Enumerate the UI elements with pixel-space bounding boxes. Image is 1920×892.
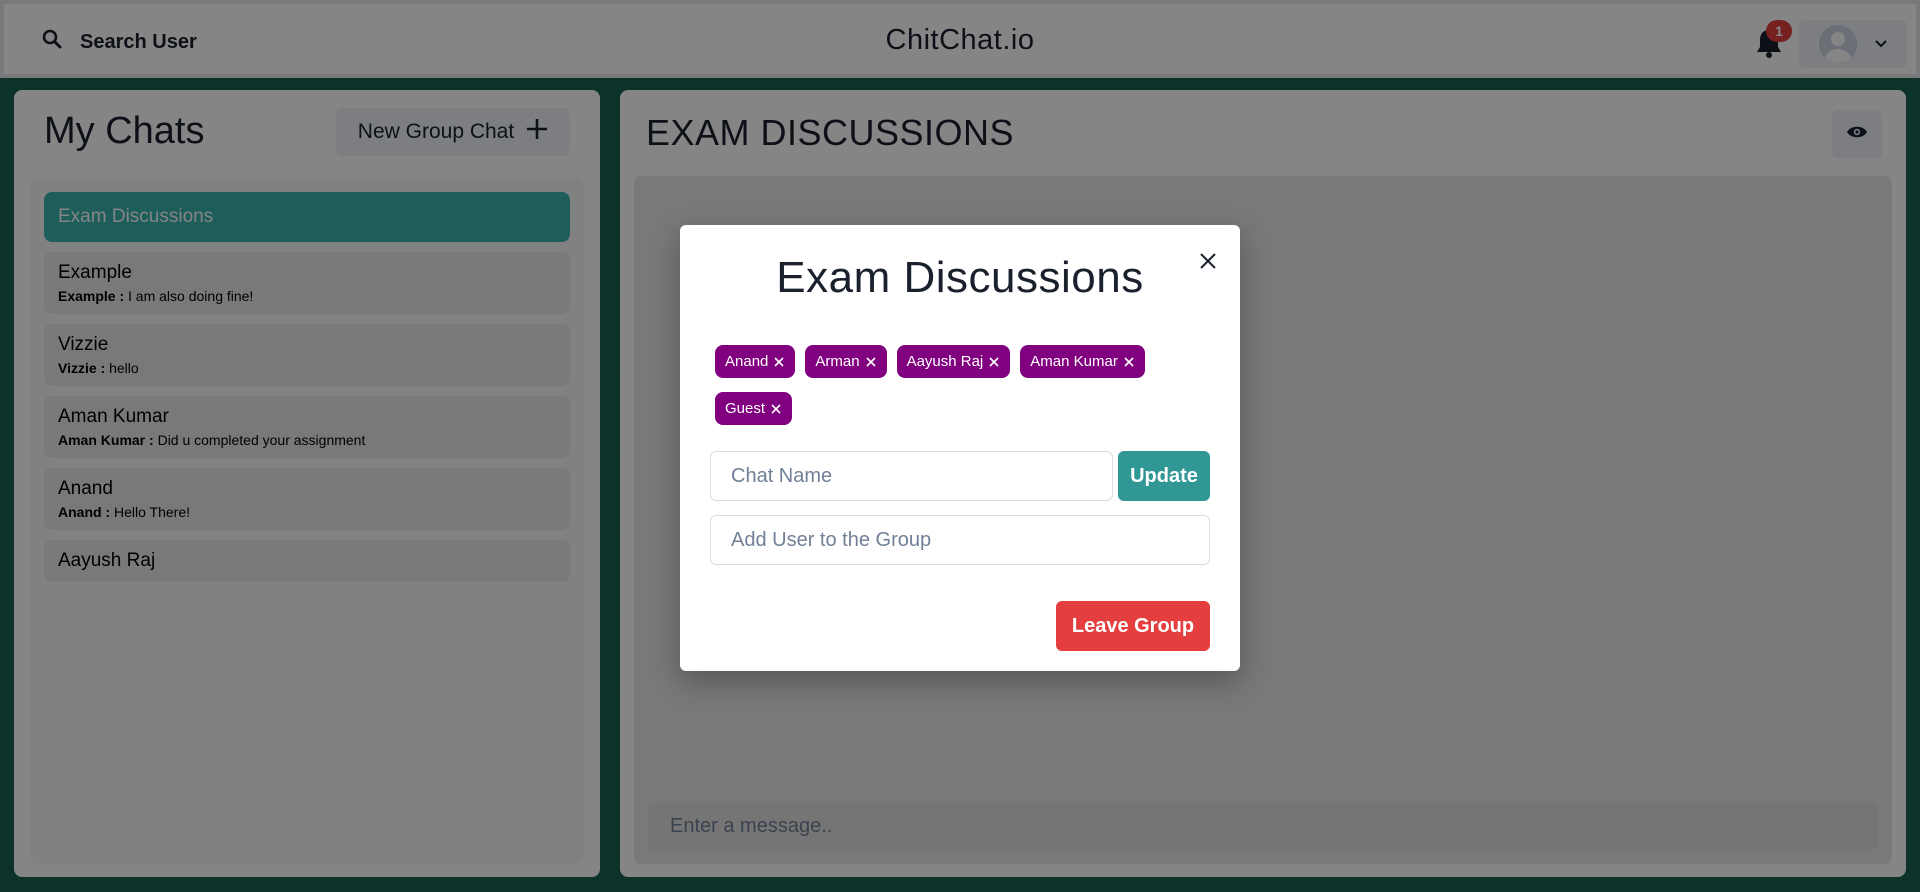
- chat-name-input[interactable]: [710, 451, 1113, 501]
- member-chip-label: Arman: [815, 353, 860, 370]
- leave-group-button[interactable]: Leave Group: [1056, 601, 1210, 651]
- remove-member-icon[interactable]: [772, 355, 786, 369]
- member-chip-label: Anand: [725, 353, 769, 370]
- member-chips: Anand Arman Aayush Raj Aman Kumar Guest: [715, 345, 1205, 425]
- remove-member-icon[interactable]: [769, 402, 783, 416]
- modal-title: Exam Discussions: [776, 253, 1144, 302]
- member-chip-label: Aayush Raj: [906, 353, 984, 370]
- close-icon[interactable]: [1192, 245, 1224, 277]
- update-group-modal: Exam Discussions Anand Arman Aayush Raj …: [680, 225, 1240, 671]
- add-user-input[interactable]: [710, 515, 1210, 565]
- member-chip[interactable]: Anand: [715, 345, 796, 378]
- member-chip[interactable]: Aayush Raj: [896, 345, 1011, 378]
- remove-member-icon[interactable]: [864, 355, 878, 369]
- update-button[interactable]: Update: [1118, 451, 1210, 501]
- remove-member-icon[interactable]: [1122, 355, 1136, 369]
- remove-member-icon[interactable]: [987, 355, 1001, 369]
- member-chip[interactable]: Arman: [805, 345, 887, 378]
- member-chip[interactable]: Aman Kumar: [1020, 345, 1145, 378]
- member-chip-label: Guest: [725, 400, 766, 417]
- member-chip[interactable]: Guest: [715, 392, 793, 425]
- member-chip-label: Aman Kumar: [1030, 353, 1118, 370]
